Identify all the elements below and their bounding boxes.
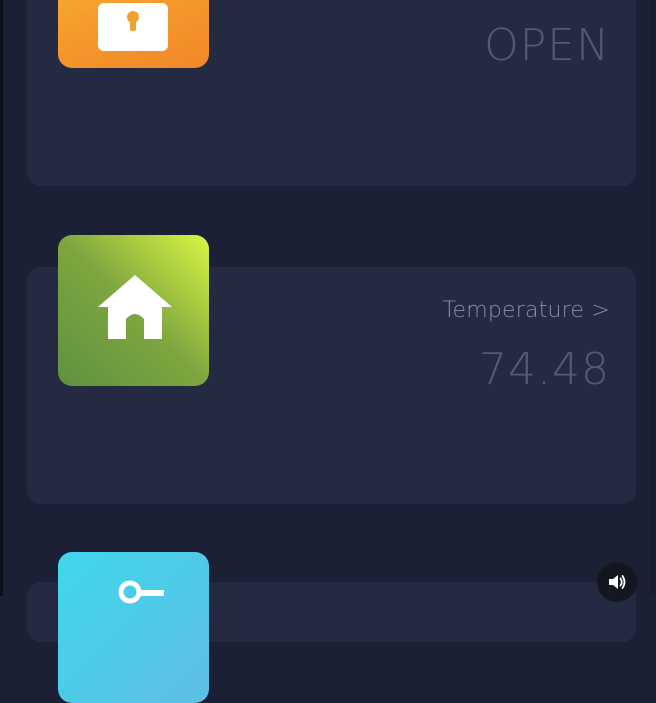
lock-tile[interactable] bbox=[58, 0, 209, 68]
lock-icon bbox=[98, 3, 168, 51]
keyhole-stem bbox=[130, 19, 136, 31]
lock-status-value: OPEN bbox=[484, 20, 610, 71]
right-edge bbox=[650, 0, 656, 596]
speaker-icon bbox=[609, 575, 626, 589]
sound-button[interactable] bbox=[597, 562, 637, 602]
left-edge bbox=[0, 0, 3, 596]
home-icon bbox=[98, 275, 172, 339]
key-tile[interactable] bbox=[58, 552, 209, 703]
key-icon bbox=[118, 580, 164, 604]
temperature-link[interactable]: Temperature > bbox=[443, 298, 610, 323]
home-tile[interactable] bbox=[58, 235, 209, 386]
temperature-value: 74.48 bbox=[479, 344, 610, 395]
